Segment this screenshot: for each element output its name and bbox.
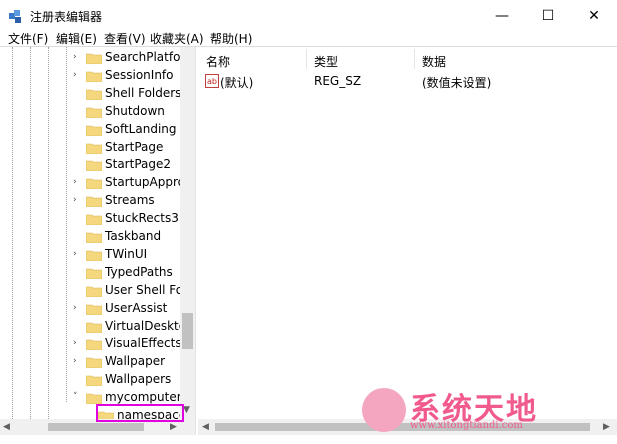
selection-highlight-box xyxy=(96,404,184,422)
tree-item-label: Shutdown xyxy=(105,103,165,118)
folder-icon xyxy=(86,268,102,279)
chevron-right-icon[interactable]: › xyxy=(73,70,81,80)
key-tree-pane: › SearchPlatform › SessionInfo Shell Folders… xyxy=(0,47,196,435)
folder-icon xyxy=(86,107,102,118)
chevron-right-icon[interactable]: › xyxy=(73,356,81,366)
tree-item[interactable]: StartPage xyxy=(0,139,180,157)
folder-icon xyxy=(86,143,102,154)
tree-item[interactable]: › StartupApprov xyxy=(0,174,192,192)
values-list-pane: 名称 类型 数据 ab (默认) REG_SZ (数值未设置) xyxy=(198,47,617,435)
folder-icon xyxy=(86,250,102,261)
svg-text:ab: ab xyxy=(207,77,217,86)
scroll-down-arrow-icon[interactable]: ▼ xyxy=(183,405,190,415)
watermark: 系统天地 www.xitongtiandi.com xyxy=(360,380,610,440)
chevron-right-icon[interactable]: › xyxy=(73,249,81,259)
tree-item-label: StartPage2 xyxy=(105,157,171,172)
chevron-down-icon[interactable]: ˅ xyxy=(73,392,81,402)
tree-vertical-scrollbar[interactable] xyxy=(180,47,195,419)
tree-item[interactable]: StartPage2 xyxy=(0,156,180,174)
chevron-right-icon[interactable]: › xyxy=(73,52,81,62)
tree-item-label: TWinUI xyxy=(105,246,148,261)
chevron-right-icon[interactable]: › xyxy=(73,338,81,348)
scroll-left-arrow-icon[interactable]: ◀ xyxy=(3,422,10,432)
tree-item-label: SoftLanding xyxy=(105,121,177,136)
folder-icon xyxy=(86,357,102,369)
tree-item[interactable]: Shell Folders xyxy=(0,85,182,103)
folder-icon xyxy=(86,232,102,243)
string-value-icon: ab xyxy=(205,74,219,88)
close-button[interactable]: ✕ xyxy=(571,0,617,32)
scroll-right-arrow-icon[interactable]: ▶ xyxy=(170,422,177,432)
tree-item[interactable]: Taskband xyxy=(0,228,180,246)
tree-item[interactable]: Wallpapers xyxy=(0,371,180,389)
column-header-name[interactable]: 名称 xyxy=(206,53,230,70)
tree-item[interactable]: › Wallpaper xyxy=(0,353,180,371)
tree-item-label: StuckRects3 xyxy=(105,211,179,226)
table-row[interactable]: ab (默认) REG_SZ (数值未设置) xyxy=(198,71,617,91)
scroll-left-arrow-icon[interactable]: ◀ xyxy=(202,422,209,432)
minimize-button[interactable]: — xyxy=(479,0,525,32)
folder-icon xyxy=(86,71,102,82)
folder-icon xyxy=(86,53,102,64)
chevron-right-icon[interactable]: › xyxy=(73,303,81,313)
tree-item-label: Shell Folders xyxy=(105,85,182,100)
tree-item-label: mycomputer xyxy=(105,390,182,405)
tree-item[interactable]: › SessionInfo xyxy=(0,67,180,85)
menu-view[interactable]: 查看(V) xyxy=(104,32,146,46)
window-title: 注册表编辑器 xyxy=(30,10,103,24)
menu-edit[interactable]: 编辑(E) xyxy=(56,32,97,46)
chevron-right-icon[interactable]: › xyxy=(73,195,81,205)
tree-item-label: VisualEffects xyxy=(105,336,182,351)
folder-icon xyxy=(86,196,102,208)
regedit-icon xyxy=(9,10,21,23)
folder-icon xyxy=(86,125,102,136)
tree-item[interactable]: StuckRects3 xyxy=(0,210,180,228)
tree-item[interactable]: › UserAssist xyxy=(0,300,180,318)
tree-item[interactable]: › VisualEffects xyxy=(0,335,182,353)
tree-item[interactable]: › Streams xyxy=(0,192,180,210)
tree-item-label: SessionInfo xyxy=(105,67,174,82)
tree-item[interactable]: User Shell Fold xyxy=(0,282,194,300)
folder-icon xyxy=(86,304,102,315)
value-data: (数值未设置) xyxy=(422,76,492,90)
watermark-url: www.xitongtiandi.com xyxy=(410,420,523,431)
title-bar: 注册表编辑器 — ☐ ✕ xyxy=(0,0,617,32)
tree-item-label: Wallpapers xyxy=(105,372,172,387)
tree-item[interactable]: TypedPaths xyxy=(0,264,180,282)
folder-icon xyxy=(86,89,102,100)
maximize-button[interactable]: ☐ xyxy=(525,0,571,32)
folder-icon xyxy=(86,393,102,405)
folder-icon xyxy=(86,322,102,333)
tree-item-label: TypedPaths xyxy=(105,264,173,279)
column-divider[interactable] xyxy=(414,49,415,69)
column-header-type[interactable]: 类型 xyxy=(314,53,338,70)
tree-item-label: Taskband xyxy=(105,229,162,243)
tree-item[interactable]: Shutdown xyxy=(0,103,180,121)
value-name: (默认) xyxy=(220,76,254,90)
column-header-data[interactable]: 数据 xyxy=(422,53,446,70)
folder-icon xyxy=(86,161,102,172)
tree-item[interactable]: SoftLanding xyxy=(0,121,180,139)
value-type: REG_SZ xyxy=(314,74,362,88)
menu-favorites[interactable]: 收藏夹(A) xyxy=(150,32,204,46)
folder-icon xyxy=(86,286,102,297)
folder-icon xyxy=(86,178,102,190)
folder-icon xyxy=(86,340,102,351)
menu-file[interactable]: 文件(F) xyxy=(8,32,48,46)
tree-item-label: UserAssist xyxy=(105,300,168,315)
tree-item-label: Streams xyxy=(105,193,155,208)
menu-help[interactable]: 帮助(H) xyxy=(210,32,252,46)
tree-item[interactable]: › SearchPlatform xyxy=(0,49,195,67)
tree-item[interactable]: › TWinUI xyxy=(0,246,180,264)
folder-icon xyxy=(86,375,102,387)
tree-vertical-scroll-thumb[interactable] xyxy=(182,313,193,349)
tree-item-label: StartPage xyxy=(105,139,164,154)
tree-horizontal-scroll-thumb[interactable] xyxy=(48,423,144,431)
column-divider[interactable] xyxy=(306,49,307,69)
watermark-logo-icon xyxy=(362,388,406,432)
folder-icon xyxy=(86,214,102,226)
tree-item[interactable]: VirtualDesktop xyxy=(0,318,194,336)
tree-item-label: Wallpaper xyxy=(105,354,166,369)
chevron-right-icon[interactable]: › xyxy=(73,177,81,187)
